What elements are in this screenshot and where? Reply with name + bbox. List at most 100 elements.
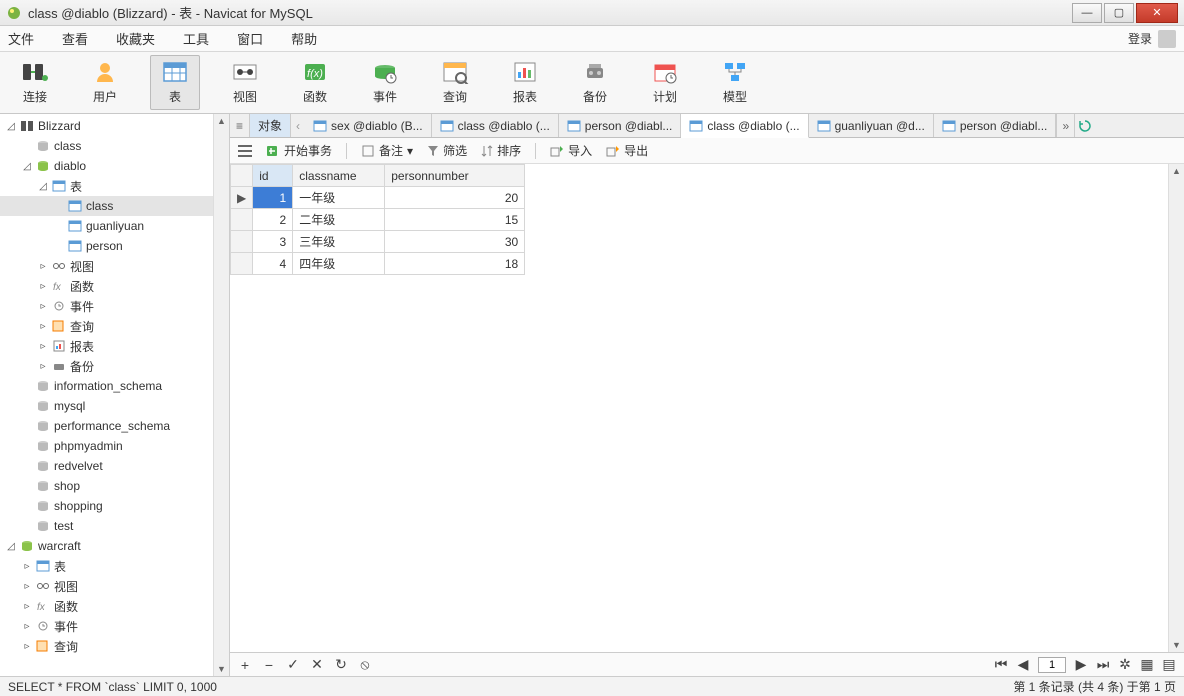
cell-id[interactable]: 3 <box>253 231 293 253</box>
prev-page-button[interactable]: ◀ <box>1016 656 1030 673</box>
tree-wc-2[interactable]: ▹fx函数 <box>0 596 213 616</box>
close-button[interactable]: ✕ <box>1136 3 1178 23</box>
cell-personnumber[interactable]: 30 <box>385 231 525 253</box>
col-header-personnumber[interactable]: personnumber <box>385 165 525 187</box>
menu-view[interactable]: 查看 <box>62 29 88 48</box>
avatar-icon[interactable] <box>1158 30 1176 48</box>
tree-db-shop[interactable]: shop <box>0 476 213 496</box>
data-grid[interactable]: idclassnamepersonnumber▶1一年级202二年级153三年级… <box>230 164 525 275</box>
col-header-classname[interactable]: classname <box>293 165 385 187</box>
tree-connection-warcraft[interactable]: ◿warcraft <box>0 536 213 556</box>
tree-db-information_schema[interactable]: information_schema <box>0 376 213 396</box>
cell-classname[interactable]: 四年级 <box>293 253 385 275</box>
cell-id[interactable]: 4 <box>253 253 293 275</box>
cell-personnumber[interactable]: 20 <box>385 187 525 209</box>
toolbar-function-button[interactable]: f(x)函数 <box>290 56 340 109</box>
settings-icon[interactable]: ✲ <box>1118 656 1132 673</box>
page-input[interactable] <box>1038 657 1066 673</box>
tree-folder-5[interactable]: ▹备份 <box>0 356 213 376</box>
expand-icon[interactable]: ▹ <box>38 261 48 272</box>
maximize-button[interactable]: ▢ <box>1104 3 1134 23</box>
expand-icon[interactable]: ▹ <box>22 601 32 612</box>
expand-icon[interactable]: ◿ <box>6 121 16 132</box>
tree-db-diablo[interactable]: ◿diablo <box>0 156 213 176</box>
tree-connection-blizzard[interactable]: ◿Blizzard <box>0 116 213 136</box>
row-selector[interactable] <box>231 209 253 231</box>
toolbar-model-button[interactable]: 模型 <box>710 56 760 109</box>
toolbar-connection-button[interactable]: 连接 <box>10 56 60 109</box>
tab-1[interactable]: class @diablo (... <box>432 114 559 137</box>
tree-wc-3[interactable]: ▹事件 <box>0 616 213 636</box>
tree-db-redvelvet[interactable]: redvelvet <box>0 456 213 476</box>
tree-folder-3[interactable]: ▹查询 <box>0 316 213 336</box>
cell-classname[interactable]: 一年级 <box>293 187 385 209</box>
tab-more-button[interactable]: » <box>1056 114 1074 137</box>
scroll-up-icon[interactable]: ▲ <box>214 114 229 128</box>
tab-2[interactable]: person @diabl... <box>559 114 682 137</box>
filter-button[interactable]: 筛选 <box>427 142 467 159</box>
tab-objects[interactable]: 对象 <box>250 114 291 137</box>
last-page-button[interactable]: ⏭ <box>1096 656 1110 673</box>
stop-button[interactable]: ⦸ <box>358 656 372 673</box>
tree-table-guanliyuan[interactable]: guanliyuan <box>0 216 213 236</box>
toolbar-query-button[interactable]: 查询 <box>430 56 480 109</box>
expand-icon[interactable]: ▹ <box>38 281 48 292</box>
content-scrollbar[interactable]: ▲ ▼ <box>1168 164 1184 652</box>
menu-file[interactable]: 文件 <box>8 29 34 48</box>
expand-icon[interactable]: ▹ <box>38 301 48 312</box>
tree-folder-0[interactable]: ▹视图 <box>0 256 213 276</box>
tree-table-person[interactable]: person <box>0 236 213 256</box>
table-row[interactable]: ▶1一年级20 <box>231 187 525 209</box>
row-selector[interactable] <box>231 253 253 275</box>
next-page-button[interactable]: ▶ <box>1074 656 1088 673</box>
import-button[interactable]: 导入 <box>550 142 592 159</box>
tree-db-shopping[interactable]: shopping <box>0 496 213 516</box>
expand-icon[interactable]: ▹ <box>22 561 32 572</box>
scroll-down-icon[interactable]: ▼ <box>214 662 229 676</box>
menu-favorites[interactable]: 收藏夹 <box>116 29 155 48</box>
table-row[interactable]: 3三年级30 <box>231 231 525 253</box>
tab-3[interactable]: class @diablo (... <box>681 114 808 138</box>
toolbar-report-button[interactable]: 报表 <box>500 56 550 109</box>
tree-db-test[interactable]: test <box>0 516 213 536</box>
expand-icon[interactable]: ▹ <box>22 581 32 592</box>
expand-icon[interactable]: ◿ <box>6 541 16 552</box>
scroll-down-icon[interactable]: ▼ <box>1169 638 1184 652</box>
cell-id[interactable]: 2 <box>253 209 293 231</box>
note-button[interactable]: 备注 ▾ <box>361 142 413 159</box>
tree-table-class[interactable]: class <box>0 196 213 216</box>
expand-icon[interactable]: ▹ <box>38 361 48 372</box>
expand-icon[interactable]: ▹ <box>38 341 48 352</box>
toolbar-view-button[interactable]: 视图 <box>220 56 270 109</box>
refresh-button[interactable]: ↻ <box>334 656 348 673</box>
cell-classname[interactable]: 三年级 <box>293 231 385 253</box>
tab-menu-icon[interactable]: ≡ <box>230 114 250 137</box>
delete-row-button[interactable]: − <box>262 657 276 673</box>
sidebar-scrollbar[interactable]: ▲ ▼ <box>213 114 229 676</box>
col-header-id[interactable]: id <box>253 165 293 187</box>
form-view-icon[interactable]: ▤ <box>1162 656 1176 673</box>
tree-wc-0[interactable]: ▹表 <box>0 556 213 576</box>
table-row[interactable]: 2二年级15 <box>231 209 525 231</box>
menu-help[interactable]: 帮助 <box>291 29 317 48</box>
minimize-button[interactable]: — <box>1072 3 1102 23</box>
cell-id[interactable]: 1 <box>253 187 293 209</box>
tab-0[interactable]: sex @diablo (B... <box>305 114 432 137</box>
toolbar-user-button[interactable]: 用户 <box>80 56 130 109</box>
toolbar-table-button[interactable]: 表 <box>150 55 200 110</box>
tab-4[interactable]: guanliyuan @d... <box>809 114 934 137</box>
toolbar-event-button[interactable]: 事件 <box>360 56 410 109</box>
tree-folder-2[interactable]: ▹事件 <box>0 296 213 316</box>
first-page-button[interactable]: ⏮ <box>994 656 1008 673</box>
tree-db-performance_schema[interactable]: performance_schema <box>0 416 213 436</box>
cell-personnumber[interactable]: 15 <box>385 209 525 231</box>
table-row[interactable]: 4四年级18 <box>231 253 525 275</box>
cancel-button[interactable]: ✕ <box>310 656 324 673</box>
sort-button[interactable]: 排序 <box>481 142 521 159</box>
tree-folder-1[interactable]: ▹fx函数 <box>0 276 213 296</box>
expand-icon[interactable]: ◿ <box>38 181 48 192</box>
expand-icon[interactable]: ▹ <box>38 321 48 332</box>
tree-wc-1[interactable]: ▹视图 <box>0 576 213 596</box>
tree-db-mysql[interactable]: mysql <box>0 396 213 416</box>
tree-db-phpmyadmin[interactable]: phpmyadmin <box>0 436 213 456</box>
